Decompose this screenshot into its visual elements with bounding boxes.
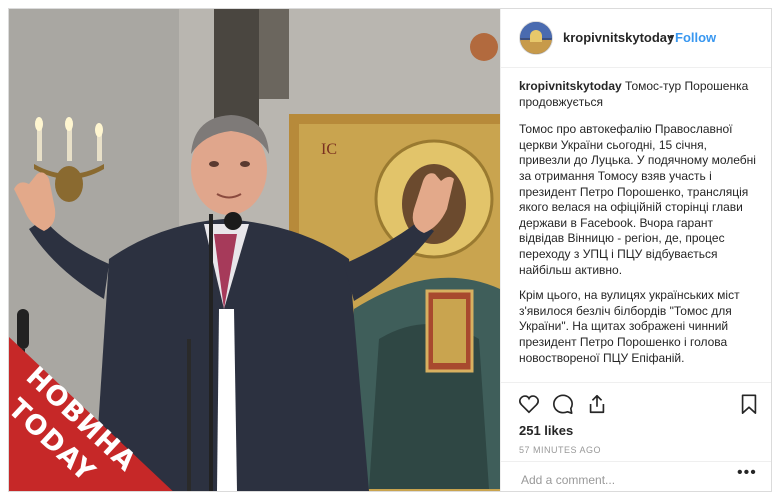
follow-button[interactable]: Follow [675,30,716,45]
post-side-panel: kropivnitskytoday • Follow kropivnitskyt… [500,9,771,491]
heart-icon[interactable] [518,393,540,415]
comment-input[interactable] [519,470,723,490]
caption-paragraph-1: Томос про автокефалію Православної церкв… [519,122,756,277]
avatar[interactable] [519,21,553,55]
comment-icon[interactable] [552,393,574,415]
post-caption: kropivnitskytoday Томос-тур Порошенка пр… [519,79,759,379]
post-header: kropivnitskytoday • Follow [501,9,771,68]
comment-bar: ••• [501,461,771,491]
instagram-post: IС НОВИНА TODAY kropivnitskytoday • Foll… [8,8,772,492]
bookmark-icon[interactable] [738,393,760,415]
post-timestamp[interactable]: 57 MINUTES AGO [519,445,601,455]
post-photo[interactable]: IС НОВИНА TODAY [9,9,500,491]
username-link[interactable]: kropivnitskytoday [563,30,674,45]
news-today-badge: НОВИНА TODAY [9,337,179,491]
action-bar [501,382,771,423]
svg-text:IС: IС [321,141,337,158]
separator-dot: • [669,29,674,44]
caption-paragraph-2: Крім цього, на вулицях українських міст … [519,288,740,365]
likes-count[interactable]: 251 likes [519,423,573,438]
share-icon[interactable] [586,393,608,415]
more-options-icon[interactable]: ••• [737,464,757,482]
caption-header: kropivnitskytoday Томос-тур Порошенка пр… [519,79,759,110]
caption-username[interactable]: kropivnitskytoday [519,79,622,93]
